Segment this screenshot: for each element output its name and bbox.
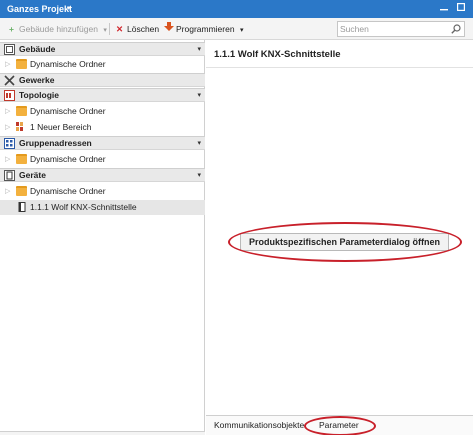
folder-icon [16, 106, 27, 116]
section-label: Gruppenadressen [19, 138, 92, 148]
add-building-button[interactable]: + Gebäude hinzufügen ▾ [6, 22, 107, 36]
add-building-dropdown-icon[interactable]: ▾ [103, 27, 107, 34]
program-download-icon [163, 22, 174, 36]
tree-item-label: Dynamische Ordner [30, 59, 106, 69]
expand-arrow-icon[interactable]: ▷ [5, 154, 12, 165]
program-button[interactable]: Programmieren ▾ [163, 22, 243, 36]
divider [206, 67, 473, 68]
section-gebaeude[interactable]: Gebäude ▾ [0, 42, 205, 56]
section-label: Geräte [19, 170, 46, 180]
tab-kommunikationsobjekte[interactable]: Kommunikationsobjekte [214, 420, 304, 431]
toolbar: + Gebäude hinzufügen ▾ ✕ Löschen Programmi… [0, 18, 473, 40]
tree-item-label: 1.1.1 Wolf KNX-Schnittstelle [30, 202, 137, 212]
tree-item-dynamic-folder[interactable]: ▷ Dynamische Ordner [0, 104, 205, 119]
open-parameter-dialog-button[interactable]: Produktspezifischen Parameterdialog öffn… [240, 233, 449, 251]
plus-icon: + [9, 24, 14, 34]
project-tree-pane: Gebäude ▾ ▷ Dynamische Ordner Gewerke To… [0, 40, 205, 435]
add-building-label: Gebäude hinzufügen [19, 24, 98, 34]
folder-icon [16, 59, 27, 69]
delete-button[interactable]: ✕ Löschen [114, 22, 159, 36]
topology-icon [4, 90, 15, 101]
maximize-icon[interactable] [453, 2, 468, 16]
detail-title: 1.1.1 Wolf KNX-Schnittstelle [214, 49, 341, 60]
search-icon[interactable] [451, 24, 461, 34]
tree-item-device-selected[interactable]: 1.1.1 Wolf KNX-Schnittstelle [0, 200, 205, 215]
device-icon [4, 170, 15, 181]
detail-tabs: Kommunikationsobjekte Parameter [206, 415, 473, 435]
expand-arrow-icon[interactable]: ▷ [5, 122, 12, 133]
section-label: Topologie [19, 90, 59, 100]
tools-icon [4, 75, 15, 86]
section-label: Gewerke [19, 75, 55, 85]
section-collapse-icon[interactable]: ▾ [197, 44, 201, 55]
expand-arrow-icon[interactable]: ▷ [5, 186, 12, 197]
window-titlebar: Ganzes Projekt ▾ [0, 0, 473, 18]
tree-item-label: Dynamische Ordner [30, 106, 106, 116]
folder-icon [16, 154, 27, 164]
tree-item-area[interactable]: ▷ 1 Neuer Bereich [0, 120, 205, 135]
section-topologie[interactable]: Topologie ▾ [0, 88, 205, 102]
section-gewerke[interactable]: Gewerke [0, 73, 205, 87]
building-icon [4, 44, 15, 55]
detail-pane: 1.1.1 Wolf KNX-Schnittstelle Produktspez… [206, 40, 473, 435]
section-geraete[interactable]: Geräte ▾ [0, 168, 205, 182]
group-address-icon [4, 138, 15, 149]
search-box[interactable] [337, 21, 465, 37]
section-label: Gebäude [19, 44, 56, 54]
tab-parameter[interactable]: Parameter [319, 420, 359, 431]
minimize-icon[interactable] [436, 2, 451, 16]
search-input[interactable] [340, 23, 446, 35]
area-icon [16, 122, 27, 132]
section-collapse-icon[interactable]: ▾ [197, 138, 201, 149]
tree-item-dynamic-folder[interactable]: ▷ Dynamische Ordner [0, 184, 205, 199]
expand-arrow-icon[interactable]: ▷ [5, 59, 12, 70]
section-collapse-icon[interactable]: ▾ [197, 90, 201, 101]
window-title[interactable]: Ganzes Projekt [7, 4, 72, 14]
title-dropdown-icon[interactable]: ▾ [67, 4, 71, 12]
device-icon [16, 202, 27, 212]
section-gruppenadressen[interactable]: Gruppenadressen ▾ [0, 136, 205, 150]
section-collapse-icon[interactable]: ▾ [197, 170, 201, 181]
tree-item-dynamic-folder[interactable]: ▷ Dynamische Ordner [0, 57, 205, 72]
delete-label: Löschen [127, 24, 160, 34]
folder-icon [16, 186, 27, 196]
tree-item-label: 1 Neuer Bereich [30, 122, 92, 132]
program-label: Programmieren [176, 24, 235, 34]
program-dropdown-icon[interactable]: ▾ [240, 27, 244, 34]
delete-x-icon: ✕ [115, 24, 124, 34]
left-pane-footer [0, 431, 205, 435]
tree-item-label: Dynamische Ordner [30, 186, 106, 196]
expand-arrow-icon[interactable]: ▷ [5, 106, 12, 117]
tree-item-dynamic-folder[interactable]: ▷ Dynamische Ordner [0, 152, 205, 167]
toolbar-divider [109, 23, 110, 35]
tree-item-label: Dynamische Ordner [30, 154, 106, 164]
